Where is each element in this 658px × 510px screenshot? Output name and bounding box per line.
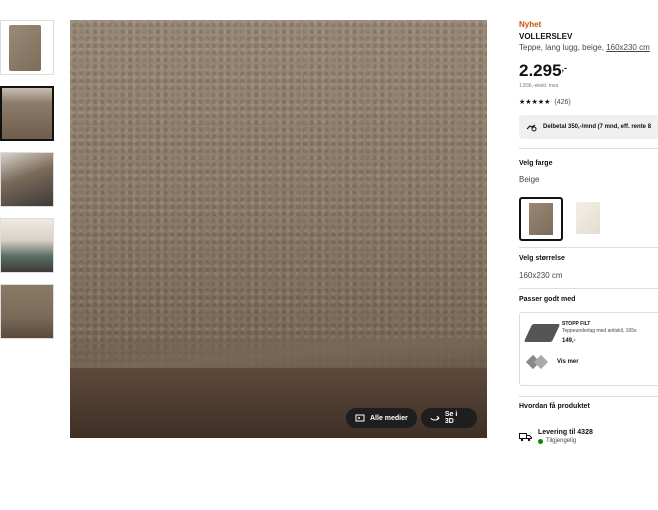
wood-floor — [70, 368, 487, 438]
truck-icon — [519, 429, 532, 447]
product-description-text: Teppe, lang lugg, beige, — [519, 43, 607, 52]
rating-stars: ★★★★★ — [519, 99, 551, 106]
accessory-card[interactable]: STOPP FILT Teppeunderlag med antiskli, 1… — [519, 312, 658, 386]
divider — [519, 148, 658, 149]
divider — [519, 288, 658, 289]
financing-banner[interactable]: Delbetal 350,-/mnd (7 mnd, eff. rente 8 — [519, 115, 658, 139]
selected-color: Beige — [519, 175, 540, 184]
delivery-row: Levering til 4328 Tilgjengelig — [519, 429, 658, 447]
price-suffix: ,- — [561, 63, 568, 73]
product-description: Teppe, lang lugg, beige, 160x230 cm — [519, 43, 658, 52]
main-product-image[interactable]: Alle medier Se i 3D — [70, 20, 487, 438]
accessories-label: Passer godt med — [519, 296, 576, 303]
delivery-label: Hvordan få produktet — [519, 403, 590, 410]
3d-rotate-icon — [430, 415, 440, 421]
thumbnail-4[interactable] — [0, 218, 54, 273]
divider — [519, 247, 658, 248]
delivery-status-text: Tilgjengelig — [546, 438, 577, 444]
color-swatch-beige[interactable] — [519, 197, 563, 241]
accessory-price: 149,- — [562, 338, 576, 344]
size-label: Velg størrelse — [519, 255, 565, 262]
more-products-icons — [525, 354, 550, 370]
available-dot-icon — [538, 438, 543, 444]
color-label: Velg farge — [519, 160, 553, 167]
delivery-title: Levering til 4328 — [538, 429, 593, 436]
color-swatch-white[interactable] — [570, 197, 614, 241]
thumbnail-5[interactable] — [0, 284, 54, 339]
see-more-button[interactable]: Vis mer — [557, 359, 579, 365]
white-swatch-image — [576, 202, 600, 234]
thumbnail-2[interactable] — [0, 86, 54, 141]
view-3d-label: Se i 3D — [444, 411, 458, 425]
thumbnail-3[interactable] — [0, 152, 54, 207]
review-count: (426) — [554, 98, 571, 106]
accessory-description: Teppeunderlag med antiskli, 165x — [562, 328, 637, 334]
financing-text: Delbetal 350,-/mnd (7 mnd, eff. rente 8 — [543, 124, 652, 130]
selected-size[interactable]: 160x230 cm — [519, 271, 563, 280]
beige-swatch-image — [529, 203, 553, 235]
product-price: 2.295,- — [519, 61, 658, 81]
divider — [519, 396, 658, 397]
media-icon — [355, 414, 365, 422]
accessory-image — [523, 324, 561, 342]
rating-row[interactable]: ★★★★★ (426) — [519, 98, 658, 107]
accessory-name: STOPP FILT — [562, 321, 591, 327]
thumbnail-1[interactable] — [0, 20, 54, 75]
price-ex-vat: 1.836,-ekskl. mva — [519, 83, 559, 89]
payment-icon — [526, 124, 537, 131]
all-media-button[interactable]: Alle medier — [346, 408, 417, 428]
delivery-status: Tilgjengelig — [538, 438, 593, 444]
delivery-option[interactable]: Levering til 4328 Tilgjengelig — [519, 424, 658, 447]
view-3d-button[interactable]: Se i 3D — [421, 408, 477, 428]
product-name: VOLLERSLEV — [519, 32, 573, 41]
rug-thumbnail-image — [9, 25, 41, 71]
product-info-panel: Nyhet VOLLERSLEV Teppe, lang lugg, beige… — [519, 20, 658, 444]
all-media-label: Alle medier — [370, 414, 408, 422]
new-badge: Nyhet — [519, 20, 542, 29]
size-link[interactable]: 160x230 cm — [606, 43, 650, 52]
price-main: 2.295 — [519, 61, 562, 80]
